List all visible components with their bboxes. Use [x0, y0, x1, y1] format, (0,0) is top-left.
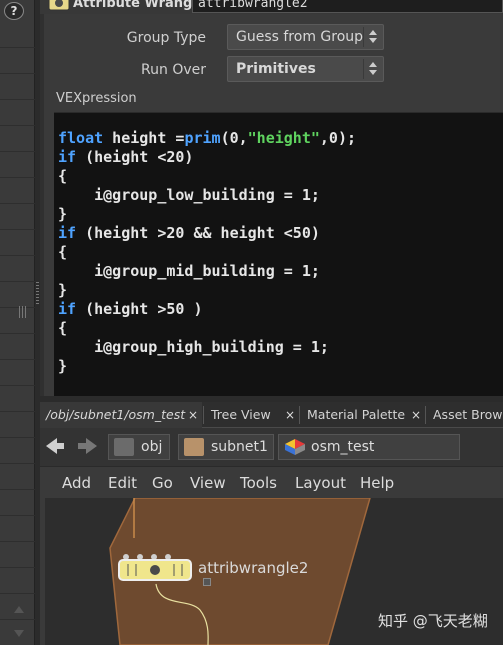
- network-path-bar: obj subnet1 osm_test: [40, 428, 503, 466]
- menu-tools[interactable]: Tools: [240, 474, 277, 492]
- menu-edit[interactable]: Edit: [108, 474, 137, 492]
- tab-label: /obj/subnet1/osm_test: [46, 407, 186, 422]
- menu-layout[interactable]: Layout: [295, 474, 346, 492]
- group-type-label: Group Type: [126, 30, 206, 46]
- subnet-icon: [184, 438, 204, 456]
- vexpression-label: VEXpression: [56, 91, 137, 106]
- group-type-dropdown[interactable]: Guess from Group: [227, 24, 384, 50]
- code-line: float height =prim(0,"height",0);: [58, 129, 357, 147]
- left-pane-strip: ?: [0, 0, 39, 645]
- breadcrumb-label: subnet1: [211, 439, 268, 455]
- code-line: {: [58, 167, 68, 185]
- forward-arrow-icon[interactable]: [86, 438, 97, 454]
- network-editor[interactable]: attribwrangle2 知乎 @飞天老糊: [40, 498, 503, 645]
- menu-view[interactable]: View: [190, 474, 226, 492]
- breadcrumb-subnet1[interactable]: subnet1: [178, 434, 274, 460]
- code-line: i@group_mid_building = 1;: [58, 262, 320, 280]
- code-line: i@group_high_building = 1;: [58, 338, 329, 356]
- menu-add[interactable]: Add: [62, 474, 91, 492]
- code-line: }: [58, 281, 68, 299]
- tab-label: Asset Browse: [433, 407, 503, 422]
- breadcrumb-label: osm_test: [311, 439, 375, 455]
- run-over-dropdown[interactable]: Primitives: [227, 56, 384, 82]
- updown-arrows-icon: [363, 59, 381, 79]
- tab-network-path[interactable]: /obj/subnet1/osm_test ×: [40, 402, 202, 428]
- scroll-down-icon[interactable]: [14, 630, 24, 637]
- node-type-label: Attribute Wrangle: [73, 0, 206, 11]
- tab-label: Material Palette: [307, 407, 406, 422]
- parameter-header: Attribute Wrangle attribwrangle2: [40, 0, 503, 14]
- vex-code[interactable]: float height =prim(0,"height",0); if (hei…: [58, 129, 356, 376]
- pane-splitter-handle[interactable]: [36, 282, 39, 304]
- menu-help[interactable]: Help: [360, 474, 394, 492]
- watermark: 知乎 @飞天老糊: [378, 612, 488, 630]
- code-line: {: [58, 319, 68, 337]
- geometry-object-icon: [285, 439, 305, 455]
- run-over-label: Run Over: [141, 62, 206, 78]
- scroll-up-icon[interactable]: [14, 606, 24, 613]
- code-line: }: [58, 205, 68, 223]
- node-name-label: attribwrangle2: [198, 559, 309, 577]
- tab-material-palette[interactable]: Material Palette ×: [301, 402, 425, 428]
- close-icon[interactable]: ×: [411, 402, 421, 428]
- group-type-value: Guess from Group: [236, 29, 364, 45]
- close-icon[interactable]: ×: [285, 402, 295, 428]
- run-over-value: Primitives: [236, 61, 316, 77]
- attribwrangle-node[interactable]: [118, 554, 192, 582]
- code-line: if (height >50 ): [58, 300, 203, 318]
- code-line: {: [58, 243, 68, 261]
- breadcrumb-obj[interactable]: obj: [108, 434, 170, 460]
- close-icon[interactable]: ×: [188, 402, 198, 428]
- menu-go[interactable]: Go: [152, 474, 173, 492]
- breadcrumb-osm-test[interactable]: osm_test: [278, 434, 460, 460]
- back-arrow-tail: [56, 443, 64, 449]
- updown-arrows-icon: [363, 27, 381, 47]
- tab-tree-view[interactable]: Tree View ×: [205, 402, 299, 428]
- code-line: i@group_low_building = 1;: [58, 186, 320, 204]
- lock-icon: [203, 578, 211, 586]
- obj-network-icon: [114, 438, 134, 456]
- code-line: }: [58, 357, 68, 375]
- breadcrumb-label: obj: [141, 439, 163, 455]
- code-line: if (height <20): [58, 148, 194, 166]
- attribute-wrangle-icon: [48, 0, 70, 11]
- resize-grip-icon[interactable]: [19, 306, 27, 318]
- pane-tab-bar: /obj/subnet1/osm_test × Tree View × Mate…: [40, 402, 503, 428]
- left-pane-rows: [0, 22, 35, 620]
- tab-label: Tree View: [211, 407, 271, 422]
- network-menu-bar: Add Edit Go View Tools Layout Help: [40, 466, 503, 498]
- help-icon[interactable]: ?: [4, 2, 24, 20]
- code-line: if (height >20 && height <50): [58, 224, 320, 242]
- node-name-field[interactable]: attribwrangle2: [192, 0, 503, 13]
- forward-arrow-tail: [78, 443, 86, 449]
- tab-asset-browser[interactable]: Asset Browse: [427, 402, 503, 428]
- parameter-panel: Group Type Guess from Group Run Over Pri…: [40, 14, 503, 396]
- vex-code-editor[interactable]: float height =prim(0,"height",0); if (hei…: [54, 112, 503, 396]
